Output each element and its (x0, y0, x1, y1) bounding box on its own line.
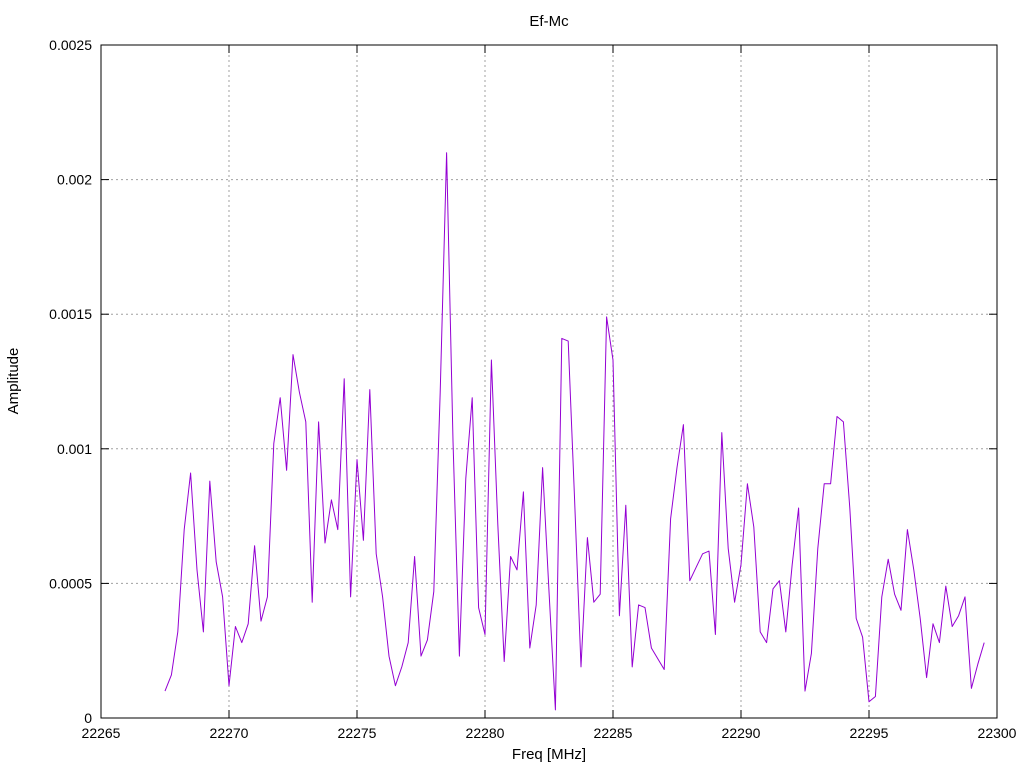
chart-title: Ef-Mc (529, 13, 569, 30)
y-axis-title: Amplitude (5, 348, 22, 415)
x-tick-label: 22280 (466, 725, 505, 741)
x-tick-label: 22270 (210, 725, 249, 741)
y-tick-label: 0.0025 (49, 37, 92, 53)
x-tick-label: 22300 (978, 725, 1017, 741)
x-axis-title: Freq [MHz] (512, 746, 586, 763)
chart-background (0, 0, 1024, 768)
x-tick-label: 22290 (722, 725, 761, 741)
y-tick-label: 0.001 (57, 441, 92, 457)
y-tick-label: 0.0015 (49, 306, 92, 322)
x-tick-label: 22295 (850, 725, 889, 741)
y-tick-label: 0.0005 (49, 575, 92, 591)
y-tick-label: 0 (84, 710, 92, 726)
y-tick-label: 0.002 (57, 172, 92, 188)
x-tick-label: 22265 (82, 725, 121, 741)
x-tick-label: 22285 (594, 725, 633, 741)
x-tick-label: 22275 (338, 725, 377, 741)
line-chart: Ef-Mc 22265 22270 22275 22280 22285 22290 2229… (0, 0, 1024, 768)
